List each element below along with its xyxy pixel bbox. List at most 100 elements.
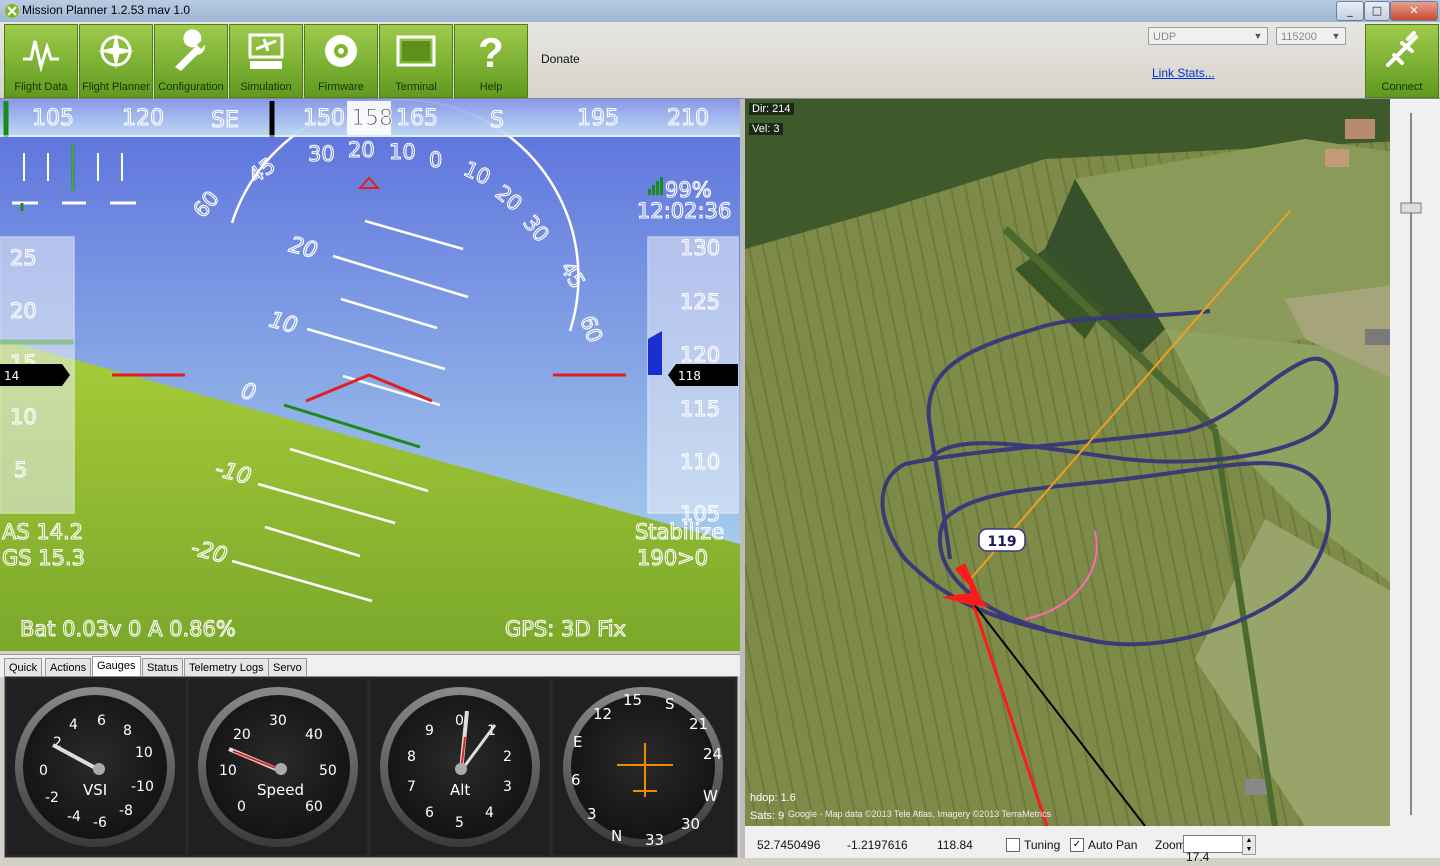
compass-tick: 15 <box>623 691 642 709</box>
vsi-tick: 8 <box>123 723 132 739</box>
close-button[interactable]: ✕ <box>1390 1 1438 21</box>
battery-readout: Bat 0.03v 0 A 0.86% <box>20 617 236 641</box>
altitude-tick: 120 <box>680 343 720 367</box>
main-toolbar: Flight Data Flight Planner Configuration… <box>0 22 1440 99</box>
flight-planner-button[interactable]: Flight Planner <box>79 24 153 98</box>
tuning-checkbox[interactable] <box>1006 838 1020 852</box>
flight-data-label: Flight Data <box>14 81 68 93</box>
terminal-button[interactable]: Terminal <box>379 24 453 98</box>
donate-link[interactable]: Donate <box>541 52 580 66</box>
tab-telemetry-logs[interactable]: Telemetry Logs <box>184 658 269 678</box>
heading-tick: 105 <box>32 106 74 131</box>
longitude-readout: -1.2197616 <box>847 838 908 852</box>
alt-tick: 6 <box>425 805 434 821</box>
alt-label: Alt <box>450 781 470 799</box>
speed-tick: 0 <box>237 799 246 815</box>
simulation-label: Simulation <box>240 81 292 93</box>
vsi-tick: -4 <box>67 809 81 825</box>
zoom-label: Zoom <box>1155 838 1186 852</box>
vsi-gauge: 2 4 6 8 10 0 -2 -4 -6 -8 -10 VSI <box>7 679 185 855</box>
vsi-tick: -10 <box>131 779 154 795</box>
firmware-disc-icon <box>325 35 357 67</box>
alt-tick: 0 <box>455 713 464 729</box>
compass-tick: 3 <box>587 805 597 823</box>
configuration-label: Configuration <box>158 81 224 93</box>
minimize-button[interactable]: _ <box>1336 1 1364 21</box>
connect-icon <box>1386 31 1418 67</box>
tab-actions[interactable]: Actions <box>45 658 92 678</box>
compass-gauge: 15 S 21 24 W 30 33 N 3 6 E 12 <box>553 679 735 855</box>
altitude-readout: 118.84 <box>937 838 973 852</box>
tab-gauges[interactable]: Gauges <box>92 656 141 678</box>
connection-type-select[interactable]: UDP ▼ <box>1148 27 1268 45</box>
tab-servo[interactable]: Servo <box>268 658 307 678</box>
hud-panel: 20 10 0 -10 -20 60 45 30 20 10 0 10 20 3… <box>0 99 740 651</box>
connect-button[interactable]: Connect <box>1365 24 1439 98</box>
link-stats-link[interactable]: Link Stats... <box>1152 66 1215 80</box>
connect-label: Connect <box>1381 81 1423 93</box>
heading-tick-current: 158 <box>351 106 393 131</box>
alt-tick: 8 <box>407 749 416 765</box>
map-direction: Dir: 214 <box>749 103 794 115</box>
gauges-graphics: 2 4 6 8 10 0 -2 -4 -6 -8 -10 VSI 10 20 3… <box>7 679 735 855</box>
airspeed-current: 14 <box>4 369 19 383</box>
alt-tick: 3 <box>503 779 512 795</box>
chevron-down-icon: ▼ <box>1331 31 1341 41</box>
help-button[interactable]: ? Help <box>454 24 528 98</box>
compass-tick: 24 <box>703 745 722 763</box>
speed-tick: 20 <box>233 727 251 743</box>
simulation-button[interactable]: Simulation <box>229 24 303 98</box>
speed-tick: 50 <box>319 763 337 779</box>
wrench-icon <box>175 29 206 71</box>
compass-tick: S <box>665 695 675 713</box>
flight-data-button[interactable]: Flight Data <box>4 24 78 98</box>
maximize-button[interactable]: □ <box>1364 1 1390 21</box>
terminal-icon <box>396 35 436 67</box>
baud-rate-value: 115200 <box>1281 31 1317 43</box>
altitude-tick: 115 <box>680 397 720 421</box>
groundspeed-readout: GS 15.3 <box>2 546 85 570</box>
roll-label: 0 <box>429 148 442 172</box>
autopan-label: Auto Pan <box>1088 838 1138 852</box>
alt-tick: 5 <box>455 815 464 831</box>
map-hdop: hdop: 1.6 <box>750 792 796 804</box>
flight-planner-icon <box>98 33 134 69</box>
heading-ticks: 105 120 SE 150 158 165 S 195 210 <box>31 105 709 133</box>
configuration-button[interactable]: Configuration <box>154 24 228 98</box>
altimeter-gauge: 0 1 2 3 4 5 6 7 8 9 Alt <box>371 679 549 855</box>
tab-quick[interactable]: Quick <box>4 658 43 678</box>
speed-label: Speed <box>257 781 304 799</box>
vsi-tick: -8 <box>119 803 133 819</box>
svg-text:?: ? <box>478 29 504 73</box>
zoom-spinner[interactable]: ▲ ▼ <box>1242 835 1256 855</box>
tab-strip: Quick Actions Gauges Status Telemetry Lo… <box>0 654 740 678</box>
airspeed-tick: 5 <box>14 458 27 482</box>
tab-status[interactable]: Status <box>142 658 184 678</box>
compass-tick: 21 <box>689 715 708 733</box>
flight-data-icon <box>23 40 59 73</box>
altitude-tick: 125 <box>680 290 720 314</box>
zoom-slider-thumb[interactable] <box>1400 202 1422 214</box>
gauges-panel: 2 4 6 8 10 0 -2 -4 -6 -8 -10 VSI 10 20 3… <box>4 676 738 858</box>
map-status-bar: 52.7450496 -1.2197616 118.84 Tuning ✓ Au… <box>745 826 1440 864</box>
title-bar: Mission Planner 1.2.53 mav 1.0 _ □ ✕ <box>0 0 1440 23</box>
gps-status: GPS: 3D Fix <box>505 617 626 641</box>
firmware-label: Firmware <box>318 81 364 93</box>
autopan-checkbox[interactable]: ✓ <box>1070 838 1084 852</box>
vsi-tick: -2 <box>45 790 59 806</box>
chevron-down-icon: ▼ <box>1253 31 1263 41</box>
speed-tick: 60 <box>305 799 323 815</box>
help-icon: ? <box>478 29 504 73</box>
vsi-tick: 0 <box>39 763 48 779</box>
zoom-input[interactable]: 17.4 <box>1183 835 1243 864</box>
map-sats: Sats: 9 <box>750 810 785 822</box>
map-view[interactable]: 119 Dir: 214 Vel: 3 hdop: 1.6 Sats: 9 Go… <box>745 99 1440 826</box>
airspeed-tick: 25 <box>10 246 37 270</box>
vsi-tick: 6 <box>97 713 106 729</box>
baud-rate-select[interactable]: 115200 ▼ <box>1276 27 1346 45</box>
alt-tick: 4 <box>485 805 494 821</box>
zoom-value: 17.4 <box>1186 850 1210 864</box>
firmware-button[interactable]: Firmware <box>304 24 378 98</box>
vsi-label: VSI <box>83 781 107 799</box>
terminal-label: Terminal <box>395 81 437 93</box>
